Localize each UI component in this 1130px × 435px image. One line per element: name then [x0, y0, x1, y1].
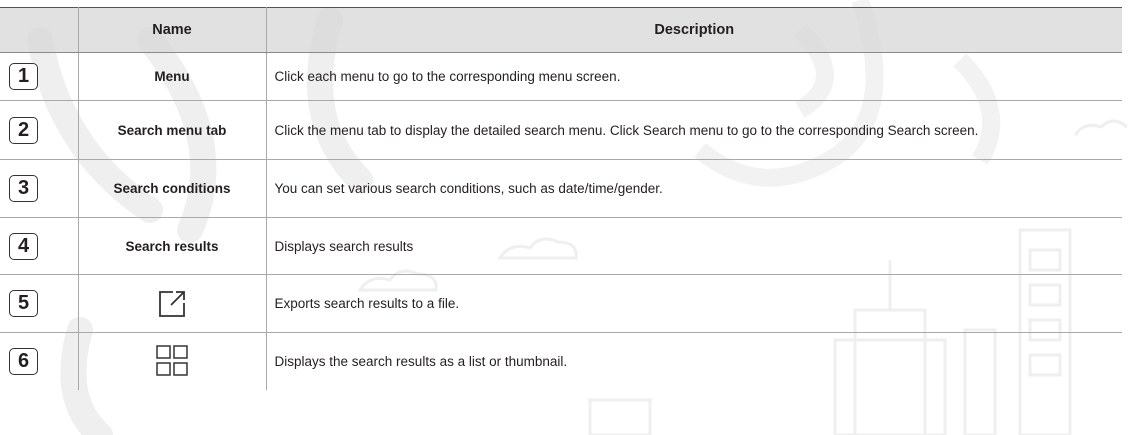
- spec-table: Name Description 1 Menu Click each menu …: [0, 7, 1122, 390]
- header-description: Description: [266, 7, 1122, 53]
- table-row: 2 Search menu tab Click the menu tab to …: [0, 100, 1122, 160]
- row-number-badge: 5: [9, 290, 38, 317]
- table-row: 4 Search results Displays search results: [0, 217, 1122, 275]
- table-row: 1 Menu Click each menu to go to the corr…: [0, 52, 1122, 101]
- row-number-badge: 2: [9, 116, 38, 144]
- row-number-badge: 1: [9, 63, 38, 90]
- row-name: Menu: [78, 52, 267, 101]
- export-icon: [159, 290, 185, 317]
- row-number-badge: 6: [9, 347, 38, 375]
- row-description: Displays search results: [266, 217, 1122, 275]
- row-description: Exports search results to a file.: [266, 274, 1122, 333]
- row-name: Search results: [78, 217, 267, 275]
- header-num-cell: [0, 7, 79, 53]
- row-description: You can set various search conditions, s…: [266, 159, 1122, 218]
- table-row: 6 Displays the search results as a list …: [0, 332, 1122, 390]
- row-description: Click each menu to go to the correspondi…: [266, 52, 1122, 101]
- row-description: Click the menu tab to display the detail…: [266, 100, 1122, 160]
- row-description: Displays the search results as a list or…: [274, 353, 568, 369]
- row-number-badge: 4: [9, 232, 38, 260]
- grid-view-icon: [156, 345, 188, 376]
- table-header-row: Name Description: [0, 7, 1122, 53]
- table-row: 3 Search conditions You can set various …: [0, 159, 1122, 218]
- row-name: Search menu tab: [78, 100, 267, 160]
- row-name: Search conditions: [78, 159, 267, 218]
- header-name: Name: [78, 7, 267, 53]
- row-number-badge: 3: [9, 175, 38, 202]
- table-row: 5 Exports search results to a file.: [0, 274, 1122, 333]
